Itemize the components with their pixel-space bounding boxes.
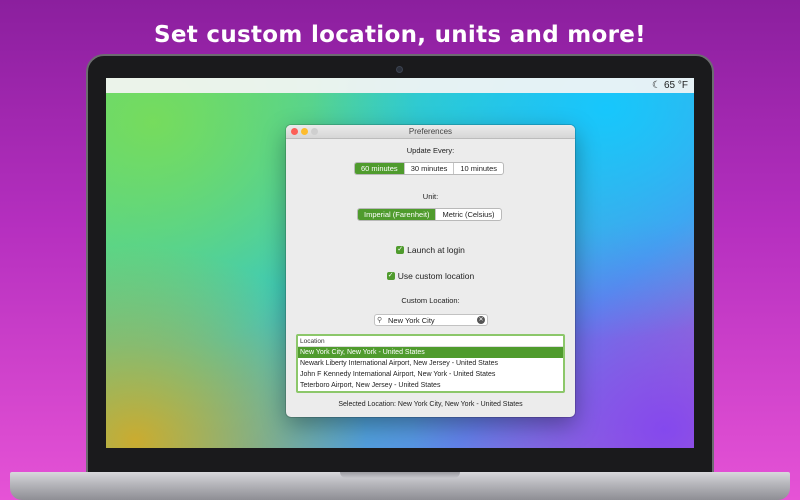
launch-at-login-checkbox[interactable]: ✓ (396, 246, 405, 254)
headline: Set custom location, units and more! (154, 22, 646, 48)
camera (396, 66, 403, 73)
zoom-button[interactable] (311, 128, 318, 135)
location-results-table: Location New York City, New York - Unite… (296, 334, 565, 393)
unit-metric[interactable]: Metric (Celsius) (436, 209, 500, 220)
minimize-button[interactable] (301, 128, 308, 135)
search-icon: ⚲ (377, 317, 383, 324)
update-interval-control: 60 minutes 30 minutes 10 minutes (354, 162, 505, 175)
table-row[interactable]: Newark Liberty International Airport, Ne… (298, 358, 563, 369)
title-bar[interactable]: Preferences (286, 125, 575, 139)
laptop-base (10, 472, 790, 500)
moon-icon[interactable]: ☾ (652, 80, 661, 91)
update-10-minutes[interactable]: 10 minutes (454, 163, 503, 174)
use-custom-location-checkbox[interactable]: ✓ (386, 272, 395, 280)
use-custom-location-row[interactable]: ✓ Use custom location (286, 271, 575, 281)
results-column-header[interactable]: Location (298, 336, 563, 347)
unit-label: Unit: (422, 192, 439, 201)
menu-bar: ☾ 65 °F (106, 78, 694, 93)
use-custom-location-label: Use custom location (397, 271, 475, 281)
close-button[interactable] (291, 128, 298, 135)
unit-imperial[interactable]: Imperial (Farenheit) (358, 209, 437, 220)
selected-location-text: Selected Location: New York City, New Yo… (338, 401, 523, 408)
unit-control: Imperial (Farenheit) Metric (Celsius) (357, 208, 502, 221)
clear-icon[interactable]: ✕ (477, 316, 485, 324)
launch-at-login-row[interactable]: ✓ Launch at login (286, 245, 575, 255)
laptop-notch (340, 472, 460, 478)
table-row[interactable]: Teterboro Airport, New Jersey - United S… (298, 380, 563, 391)
launch-at-login-label: Launch at login (407, 245, 465, 255)
search-input[interactable]: New York City (388, 316, 477, 325)
update-30-minutes[interactable]: 30 minutes (405, 163, 455, 174)
table-row[interactable]: John F Kennedy International Airport, Ne… (298, 369, 563, 380)
temperature-readout[interactable]: 65 °F (664, 80, 688, 91)
table-row[interactable]: New York City, New York - United States (298, 347, 563, 358)
preferences-window: Preferences Update Every: 60 minutes 30 … (286, 125, 575, 417)
custom-location-label: Custom Location: (401, 296, 460, 305)
screen: ☾ 65 °F Preferences Update Every: 60 min… (106, 78, 694, 448)
location-search-field[interactable]: ⚲ New York City ✕ (374, 314, 488, 326)
update-every-label: Update Every: (406, 146, 455, 155)
update-60-minutes[interactable]: 60 minutes (355, 163, 405, 174)
window-title: Preferences (408, 127, 453, 136)
